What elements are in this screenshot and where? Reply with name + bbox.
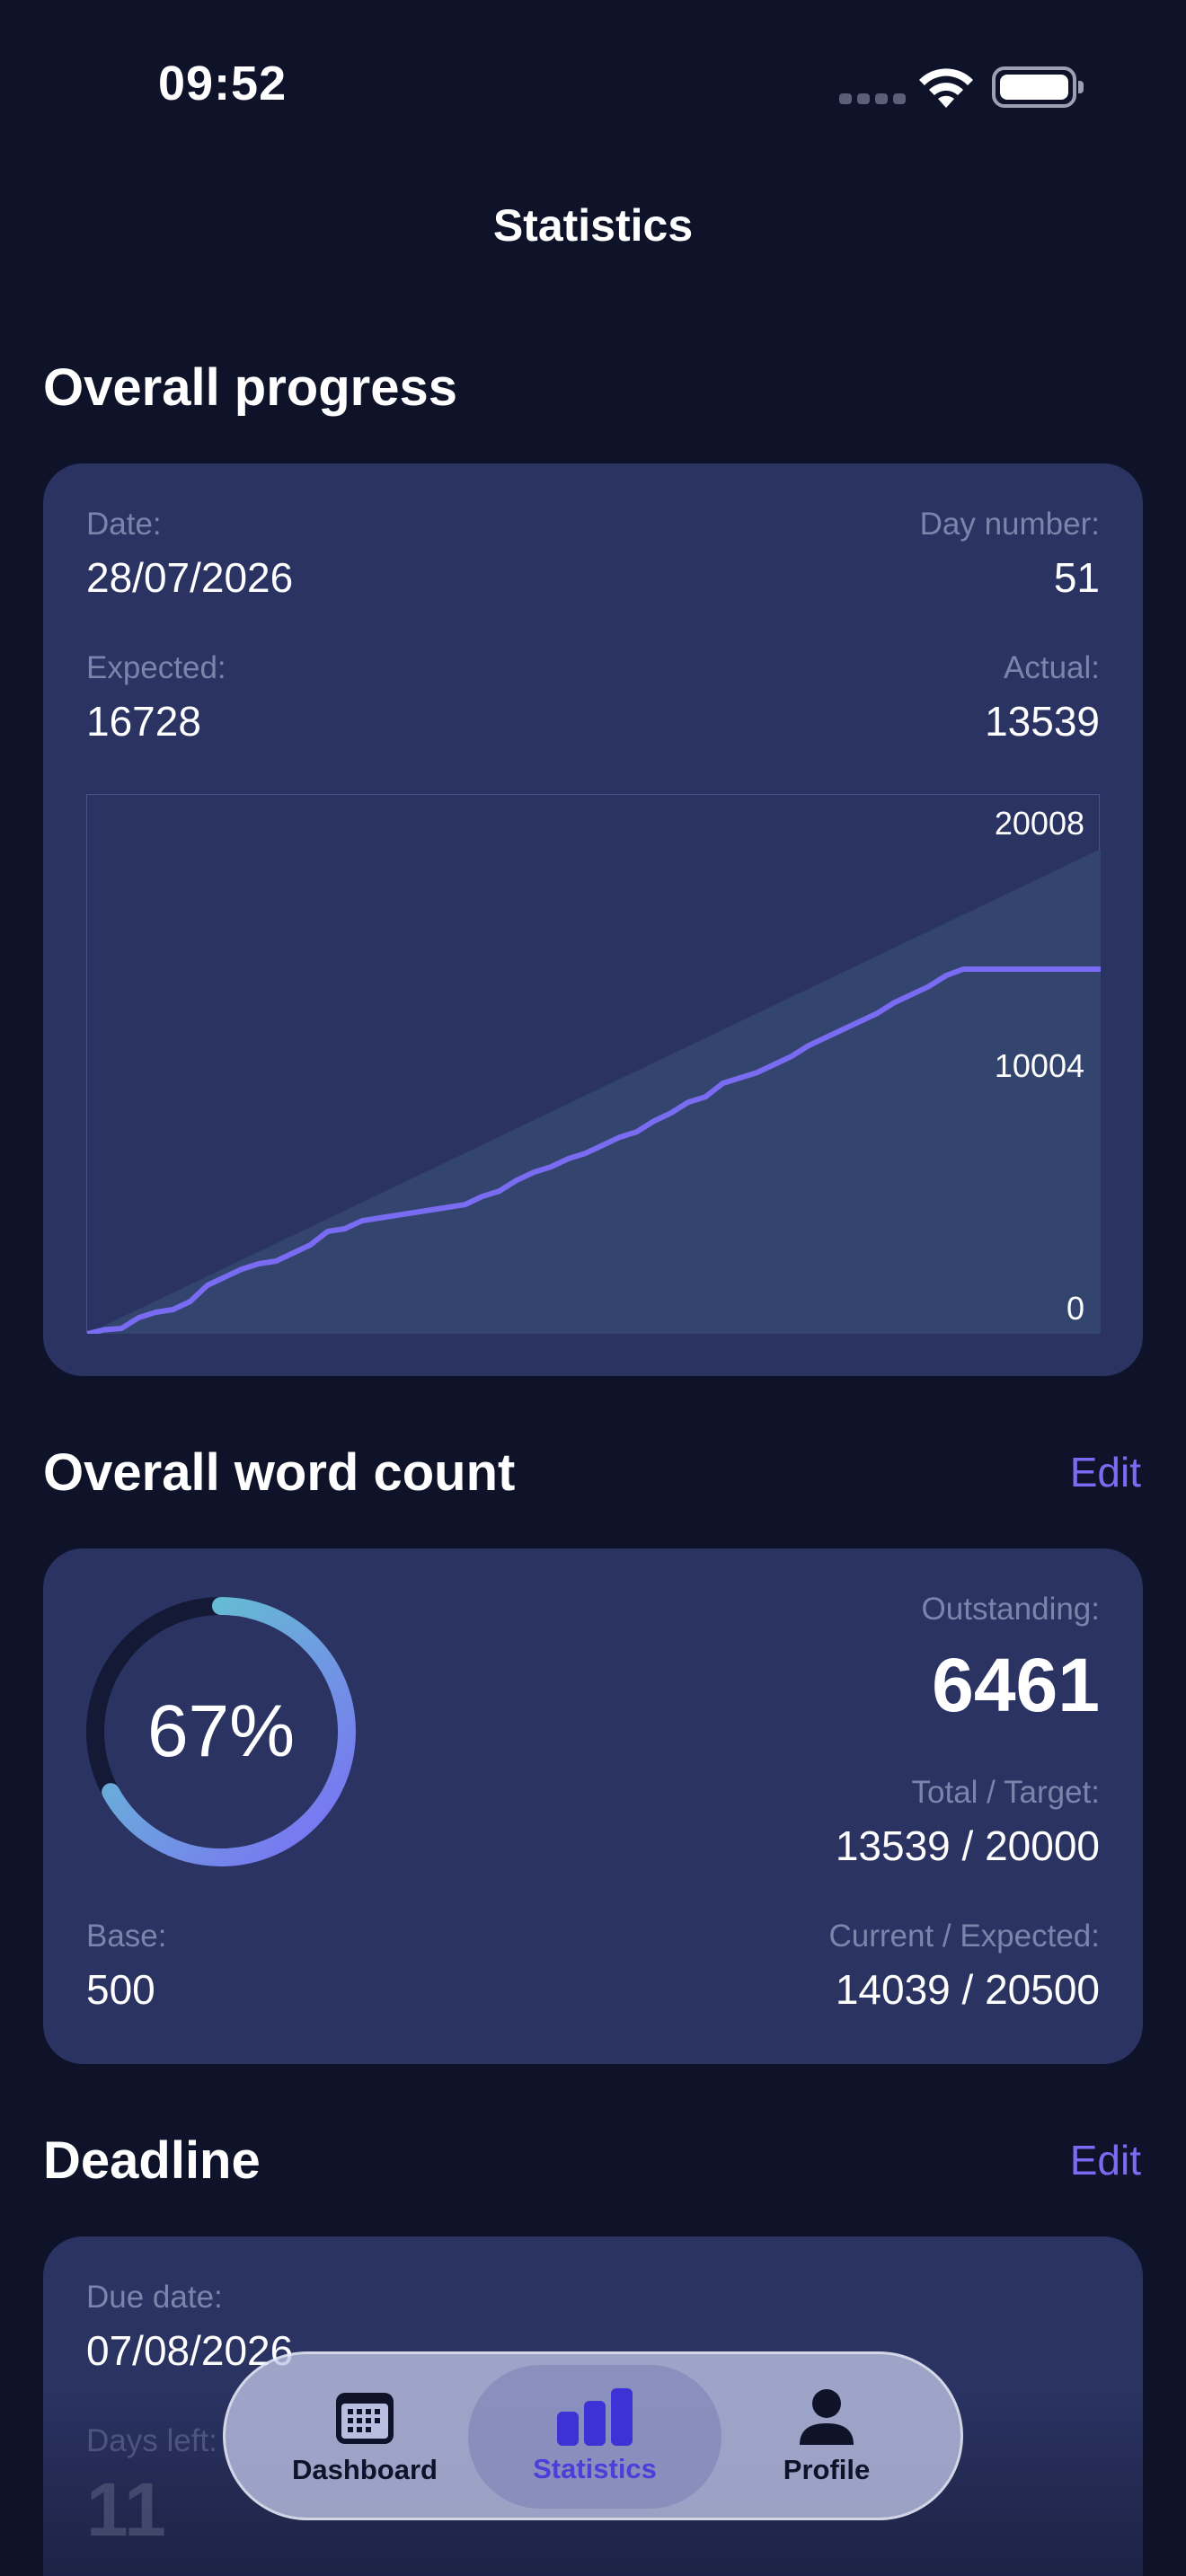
y-tick-label: 10004 bbox=[995, 1047, 1084, 1084]
progress-chart-svg: 20008 10004 0 bbox=[87, 805, 1101, 1334]
overall-progress-title: Overall progress bbox=[43, 358, 457, 417]
person-icon bbox=[800, 2389, 854, 2445]
bar-chart-icon bbox=[557, 2388, 633, 2446]
page-title: Statistics bbox=[492, 200, 694, 251]
due-date-label: Due date: bbox=[86, 2280, 223, 2315]
battery-icon bbox=[992, 66, 1084, 108]
tab-dashboard-label: Dashboard bbox=[292, 2454, 438, 2485]
expected-value: 16728 bbox=[86, 698, 201, 745]
base-value: 500 bbox=[86, 1966, 155, 2013]
statistics-screen: 09:52 Statistics Overall progress Date: … bbox=[0, 0, 1186, 2576]
wifi-icon bbox=[919, 68, 973, 108]
expected-progress-area bbox=[87, 849, 1101, 1334]
current-expected-label: Current / Expected: bbox=[828, 1919, 1100, 1954]
actual-label: Actual: bbox=[1004, 650, 1100, 685]
tab-dashboard[interactable]: Dashboard bbox=[238, 2365, 491, 2509]
word-count-card: 67% Outstanding: 6461 Total / Target: 13… bbox=[43, 1548, 1143, 2064]
outstanding-value: 6461 bbox=[932, 1643, 1100, 1727]
current-expected-value: 14039 / 20500 bbox=[835, 1966, 1100, 2013]
progress-ring: 67% bbox=[86, 1597, 356, 1866]
date-label: Date: bbox=[86, 507, 162, 542]
calendar-icon bbox=[336, 2393, 394, 2444]
y-tick-label: 20008 bbox=[995, 805, 1084, 842]
outstanding-label: Outstanding: bbox=[921, 1592, 1100, 1627]
deadline-edit-button[interactable]: Edit bbox=[1070, 2136, 1141, 2184]
day-number-label: Day number: bbox=[919, 507, 1100, 542]
tab-statistics[interactable]: Statistics bbox=[468, 2365, 721, 2509]
tab-profile[interactable]: Profile bbox=[700, 2365, 953, 2509]
word-count-title: Overall word count bbox=[43, 1443, 516, 1502]
status-time: 09:52 bbox=[158, 57, 288, 110]
total-target-value: 13539 / 20000 bbox=[835, 1822, 1100, 1869]
days-left-label: Days left: bbox=[86, 2423, 217, 2458]
y-tick-label: 0 bbox=[1067, 1290, 1084, 1327]
progress-chart: 20008 10004 0 bbox=[86, 794, 1101, 1334]
total-target-label: Total / Target: bbox=[911, 1775, 1100, 1810]
percent-complete: 67% bbox=[146, 1690, 296, 1772]
word-count-edit-button[interactable]: Edit bbox=[1070, 1448, 1141, 1496]
tab-profile-label: Profile bbox=[783, 2454, 871, 2485]
day-number-value: 51 bbox=[1053, 554, 1100, 601]
expected-label: Expected: bbox=[86, 650, 226, 685]
tab-statistics-label: Statistics bbox=[533, 2453, 657, 2484]
date-value: 28/07/2026 bbox=[86, 554, 294, 601]
days-left-value: 11 bbox=[86, 2467, 166, 2552]
base-label: Base: bbox=[86, 1919, 167, 1954]
cellular-signal-icon bbox=[839, 93, 906, 104]
overall-progress-card: Date: 28/07/2026 Day number: 51 Expected… bbox=[43, 463, 1143, 1376]
tab-bar: Dashboard Statistics Profile bbox=[223, 2351, 963, 2520]
actual-value: 13539 bbox=[985, 698, 1100, 745]
deadline-title: Deadline bbox=[43, 2131, 261, 2190]
